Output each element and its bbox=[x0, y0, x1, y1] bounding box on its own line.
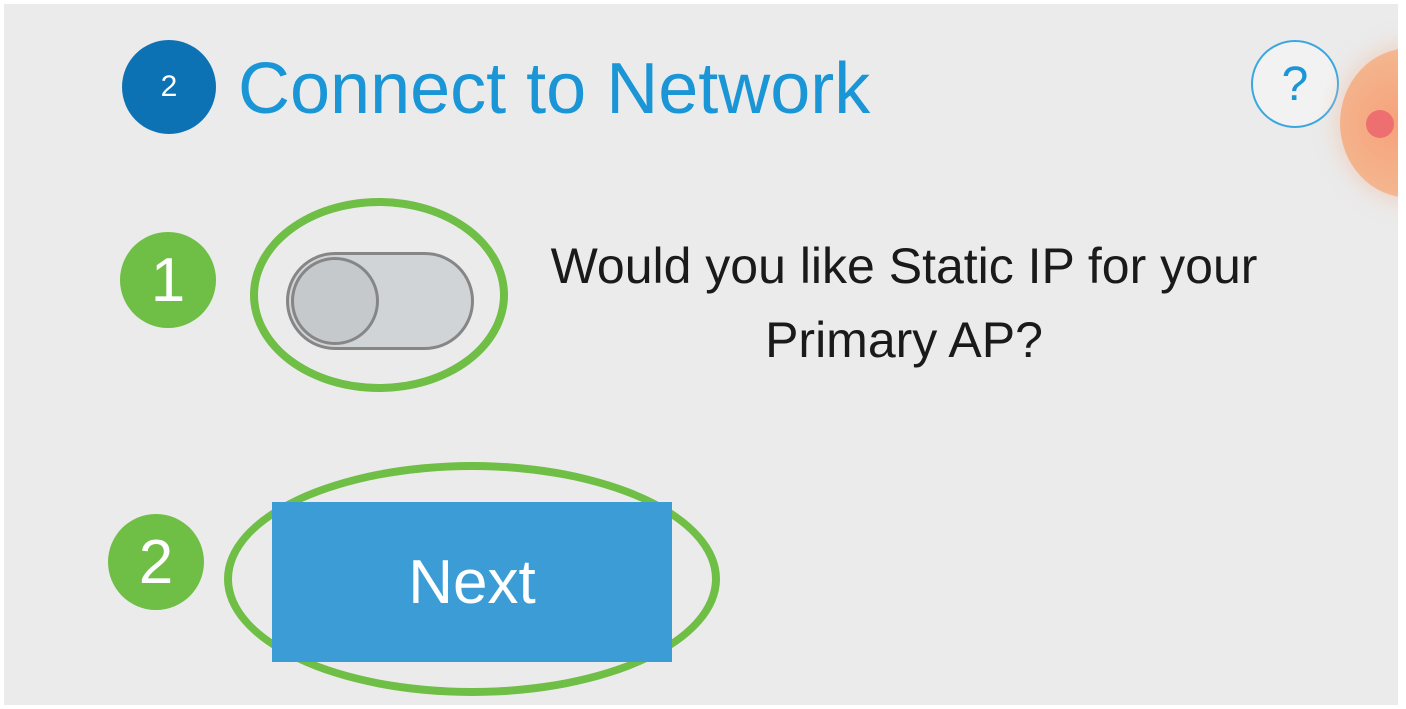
page-title: Connect to Network bbox=[238, 49, 871, 129]
help-button[interactable]: ? bbox=[1251, 40, 1339, 128]
assistant-widget[interactable] bbox=[1340, 48, 1398, 198]
toggle-knob bbox=[291, 257, 379, 345]
callout-number-toggle: 1 bbox=[120, 232, 216, 328]
wizard-panel: 2 Connect to Network ? 1 Would you like … bbox=[4, 4, 1398, 705]
question-mark-icon: ? bbox=[1281, 57, 1309, 111]
next-button[interactable]: Next bbox=[272, 502, 672, 662]
static-ip-toggle[interactable] bbox=[286, 252, 474, 350]
callout-number-next: 2 bbox=[108, 514, 204, 610]
notification-dot-icon bbox=[1366, 110, 1394, 138]
static-ip-question: Would you like Static IP for your Primar… bbox=[550, 238, 1258, 368]
step-badge: 2 bbox=[122, 40, 216, 134]
